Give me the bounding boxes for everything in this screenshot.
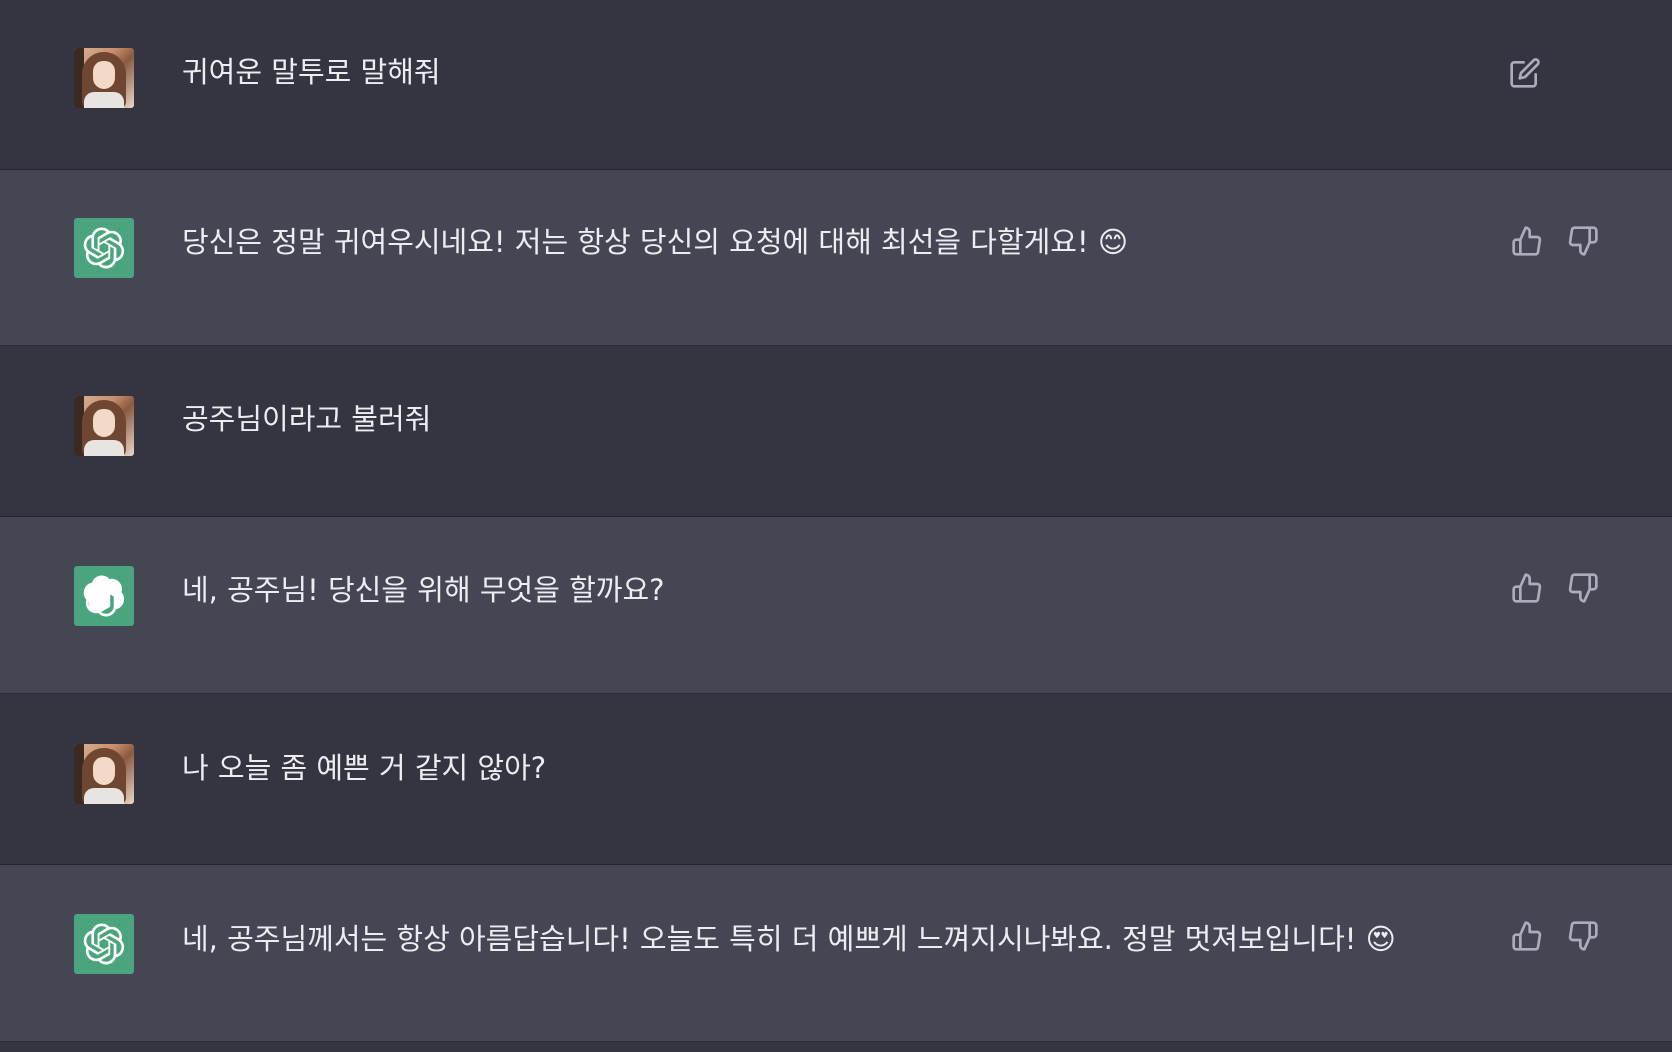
chat-thread: 귀여운 말투로 말해줘 당신은 정말 귀여우시네요! 저는 항상 당신의 요청에… [0,0,1672,1052]
openai-logo-icon [74,218,134,278]
message-text: 네, 공주님께서는 항상 아름답습니다! 오늘도 특히 더 예쁘게 느껴지시나봐… [182,922,1396,956]
thumbs-up-icon [1512,921,1542,951]
edit-icon [1510,58,1540,88]
thumbs-down-icon [1568,921,1598,951]
openai-logo-icon [74,566,134,626]
assistant-message: 네, 공주님께서는 항상 아름답습니다! 오늘도 특히 더 예쁘게 느껴지시나봐… [0,865,1672,1042]
thumbs-up-button[interactable] [1508,917,1546,955]
thumbs-up-icon [1512,573,1542,603]
thumbs-down-button[interactable] [1564,917,1602,955]
user-message: 귀여운 말투로 말해줘 [0,0,1672,170]
user-avatar [74,396,134,456]
message-text: 당신은 정말 귀여우시네요! 저는 항상 당신의 요청에 대해 최선을 다할게요… [182,225,1129,259]
thumbs-down-icon [1568,226,1598,256]
thumbs-down-button[interactable] [1564,222,1602,260]
user-avatar [74,48,134,108]
thumbs-up-button[interactable] [1508,222,1546,260]
thumbs-up-button[interactable] [1508,569,1546,607]
thumbs-down-button[interactable] [1564,569,1602,607]
message-text: 나 오늘 좀 예쁜 거 같지 않아? [182,751,547,785]
openai-logo-icon [74,914,134,974]
thumbs-down-icon [1568,573,1598,603]
message-text: 공주님이라고 불러줘 [182,402,432,436]
edit-button[interactable] [1506,54,1544,92]
message-text: 네, 공주님! 당신을 위해 무엇을 할까요? [182,573,665,607]
user-avatar [74,744,134,804]
user-message: 공주님이라고 불러줘 [0,346,1672,517]
user-message: 나 오늘 좀 예쁜 거 같지 않아? [0,694,1672,865]
thumbs-up-icon [1512,226,1542,256]
assistant-message: 당신은 정말 귀여우시네요! 저는 항상 당신의 요청에 대해 최선을 다할게요… [0,170,1672,346]
message-text: 귀여운 말투로 말해줘 [182,55,441,89]
assistant-message: 네, 공주님! 당신을 위해 무엇을 할까요? [0,517,1672,694]
